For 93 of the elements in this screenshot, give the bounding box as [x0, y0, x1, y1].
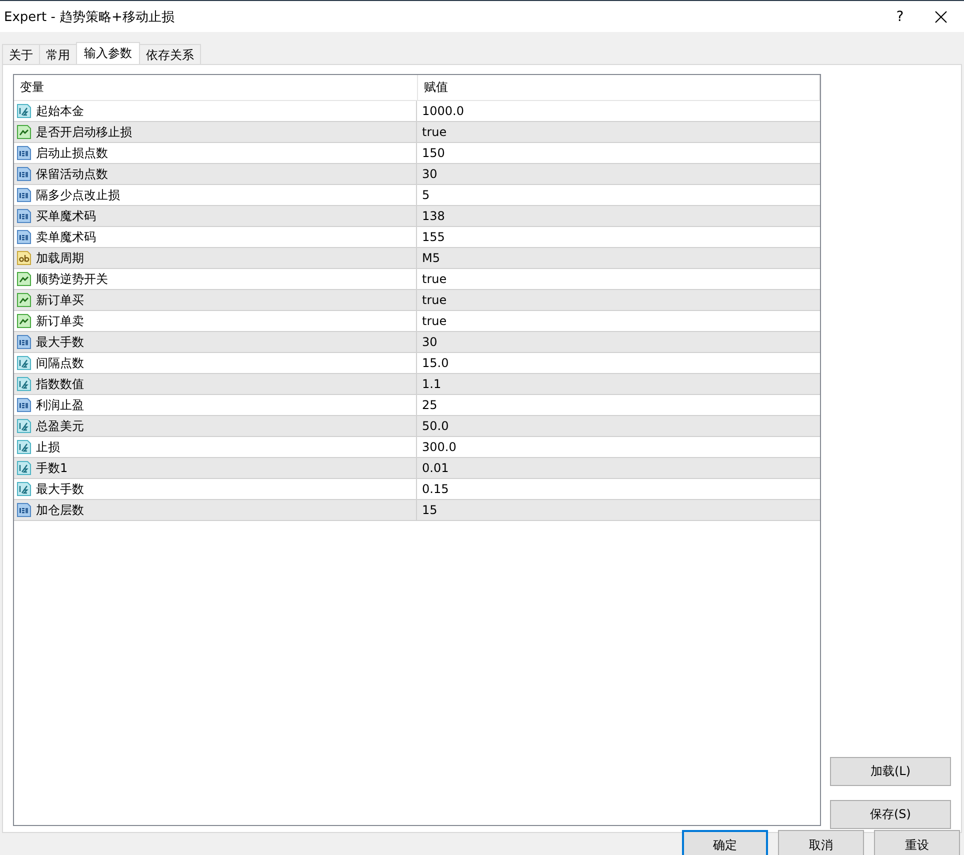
- parameter-name: 指数数值: [36, 376, 84, 392]
- dialog-button[interactable]: 确定: [682, 830, 768, 855]
- parameter-name: 最大手数: [36, 480, 84, 498]
- number-icon: [16, 502, 32, 518]
- close-icon[interactable]: [935, 10, 947, 22]
- table-row[interactable]: 利润止盈 25: [14, 395, 820, 416]
- side-button[interactable]: 加载(L): [830, 757, 951, 786]
- text-icon: [16, 250, 32, 266]
- fraction-icon: [16, 376, 32, 392]
- parameter-value: 5: [422, 188, 430, 202]
- parameter-name: 加载周期: [36, 250, 84, 266]
- fraction-icon: [16, 460, 32, 476]
- parameter-value: true: [422, 125, 447, 139]
- parameter-value: true: [422, 293, 447, 307]
- table-row[interactable]: 指数数值 1.1: [14, 374, 820, 395]
- parameter-value: 138: [422, 209, 445, 223]
- parameter-name: 手数1: [36, 460, 68, 476]
- parameter-value: 50.0: [422, 419, 449, 433]
- table-row[interactable]: 间隔点数 15.0: [14, 353, 820, 374]
- parameter-name: 启动止损点数: [36, 144, 108, 162]
- table-row[interactable]: 加载周期 M5: [14, 248, 820, 269]
- parameter-value: 30: [422, 167, 438, 181]
- table-row[interactable]: 保留活动点数 30: [14, 164, 820, 185]
- parameter-name: 是否开启动移止损: [36, 124, 132, 140]
- parameter-name: 间隔点数: [36, 354, 84, 372]
- table-row[interactable]: 卖单魔术码 155: [14, 227, 820, 248]
- table-row[interactable]: 买单魔术码 138: [14, 206, 820, 227]
- chart-line-icon: [16, 313, 32, 329]
- number-icon: [16, 208, 32, 224]
- tab[interactable]: 关于: [2, 44, 40, 64]
- parameter-name: 止损: [36, 438, 60, 456]
- dialog-button[interactable]: 重设: [874, 830, 960, 855]
- chart-line-icon: [16, 292, 32, 308]
- parameter-name: 利润止盈: [36, 396, 84, 414]
- parameter-value: 1000.0: [422, 104, 464, 118]
- chart-line-icon: [16, 271, 32, 287]
- fraction-icon: [16, 418, 32, 434]
- number-icon: [16, 229, 32, 245]
- parameter-value: 0.01: [422, 461, 449, 475]
- dialog-button[interactable]: 取消: [778, 830, 864, 855]
- tab[interactable]: 依存关系: [139, 44, 201, 64]
- table-row[interactable]: 启动止损点数 150: [14, 143, 820, 164]
- parameter-name: 隔多少点改止损: [36, 186, 120, 204]
- parameter-name: 最大手数: [36, 334, 84, 350]
- fraction-icon: [16, 355, 32, 371]
- parameter-value: 1.1: [422, 377, 442, 391]
- parameter-value: true: [422, 272, 447, 286]
- window-title: Expert - 趋势策略+移动止损: [4, 8, 176, 26]
- table-row[interactable]: 起始本金 1000.0: [14, 101, 820, 122]
- parameter-name: 保留活动点数: [36, 166, 108, 182]
- table-row[interactable]: 新订单卖 true: [14, 311, 820, 332]
- side-button[interactable]: 保存(S): [830, 800, 951, 829]
- table-row[interactable]: 隔多少点改止损 5: [14, 185, 820, 206]
- number-icon: [16, 187, 32, 203]
- fraction-icon: [16, 481, 32, 497]
- table-row[interactable]: 总盈美元 50.0: [14, 416, 820, 437]
- table-row[interactable]: 最大手数 0.15: [14, 479, 820, 500]
- parameter-value: true: [422, 314, 447, 328]
- table-row[interactable]: 新订单买 true: [14, 290, 820, 311]
- table-row[interactable]: 手数1 0.01: [14, 458, 820, 479]
- table-row[interactable]: 止损 300.0: [14, 437, 820, 458]
- table-row[interactable]: 顺势逆势开关 true: [14, 269, 820, 290]
- fraction-icon: [16, 439, 32, 455]
- number-icon: [16, 166, 32, 182]
- parameter-name: 新订单卖: [36, 312, 84, 330]
- parameter-name: 卖单魔术码: [36, 228, 96, 246]
- parameter-name: 新订单买: [36, 292, 84, 308]
- number-icon: [16, 397, 32, 413]
- fraction-icon: [16, 103, 32, 119]
- number-icon: [16, 334, 32, 350]
- parameter-name: 加仓层数: [36, 502, 84, 518]
- table-row[interactable]: 是否开启动移止损 true: [14, 122, 820, 143]
- column-header: 变量: [14, 75, 418, 100]
- parameter-name: 起始本金: [36, 102, 84, 120]
- parameter-value: 155: [422, 230, 445, 244]
- parameter-value: 15: [422, 503, 438, 517]
- parameter-value: 30: [422, 335, 438, 349]
- parameter-value: 300.0: [422, 440, 456, 454]
- parameter-value: 150: [422, 146, 445, 160]
- parameter-name: 买单魔术码: [36, 208, 96, 224]
- parameter-value: 15.0: [422, 356, 449, 370]
- parameter-value: 0.15: [422, 482, 449, 496]
- chart-line-icon: [16, 124, 32, 140]
- number-icon: [16, 145, 32, 161]
- parameter-value: 25: [422, 398, 438, 412]
- table-row[interactable]: 最大手数 30: [14, 332, 820, 353]
- tab[interactable]: 输入参数: [76, 42, 140, 64]
- parameter-name: 总盈美元: [36, 418, 84, 434]
- help-button[interactable]: ?: [877, 8, 923, 24]
- parameter-value: M5: [422, 251, 440, 265]
- parameter-name: 顺势逆势开关: [36, 270, 108, 288]
- table-row[interactable]: 加仓层数 15: [14, 500, 820, 521]
- column-header: 赋值: [418, 75, 820, 100]
